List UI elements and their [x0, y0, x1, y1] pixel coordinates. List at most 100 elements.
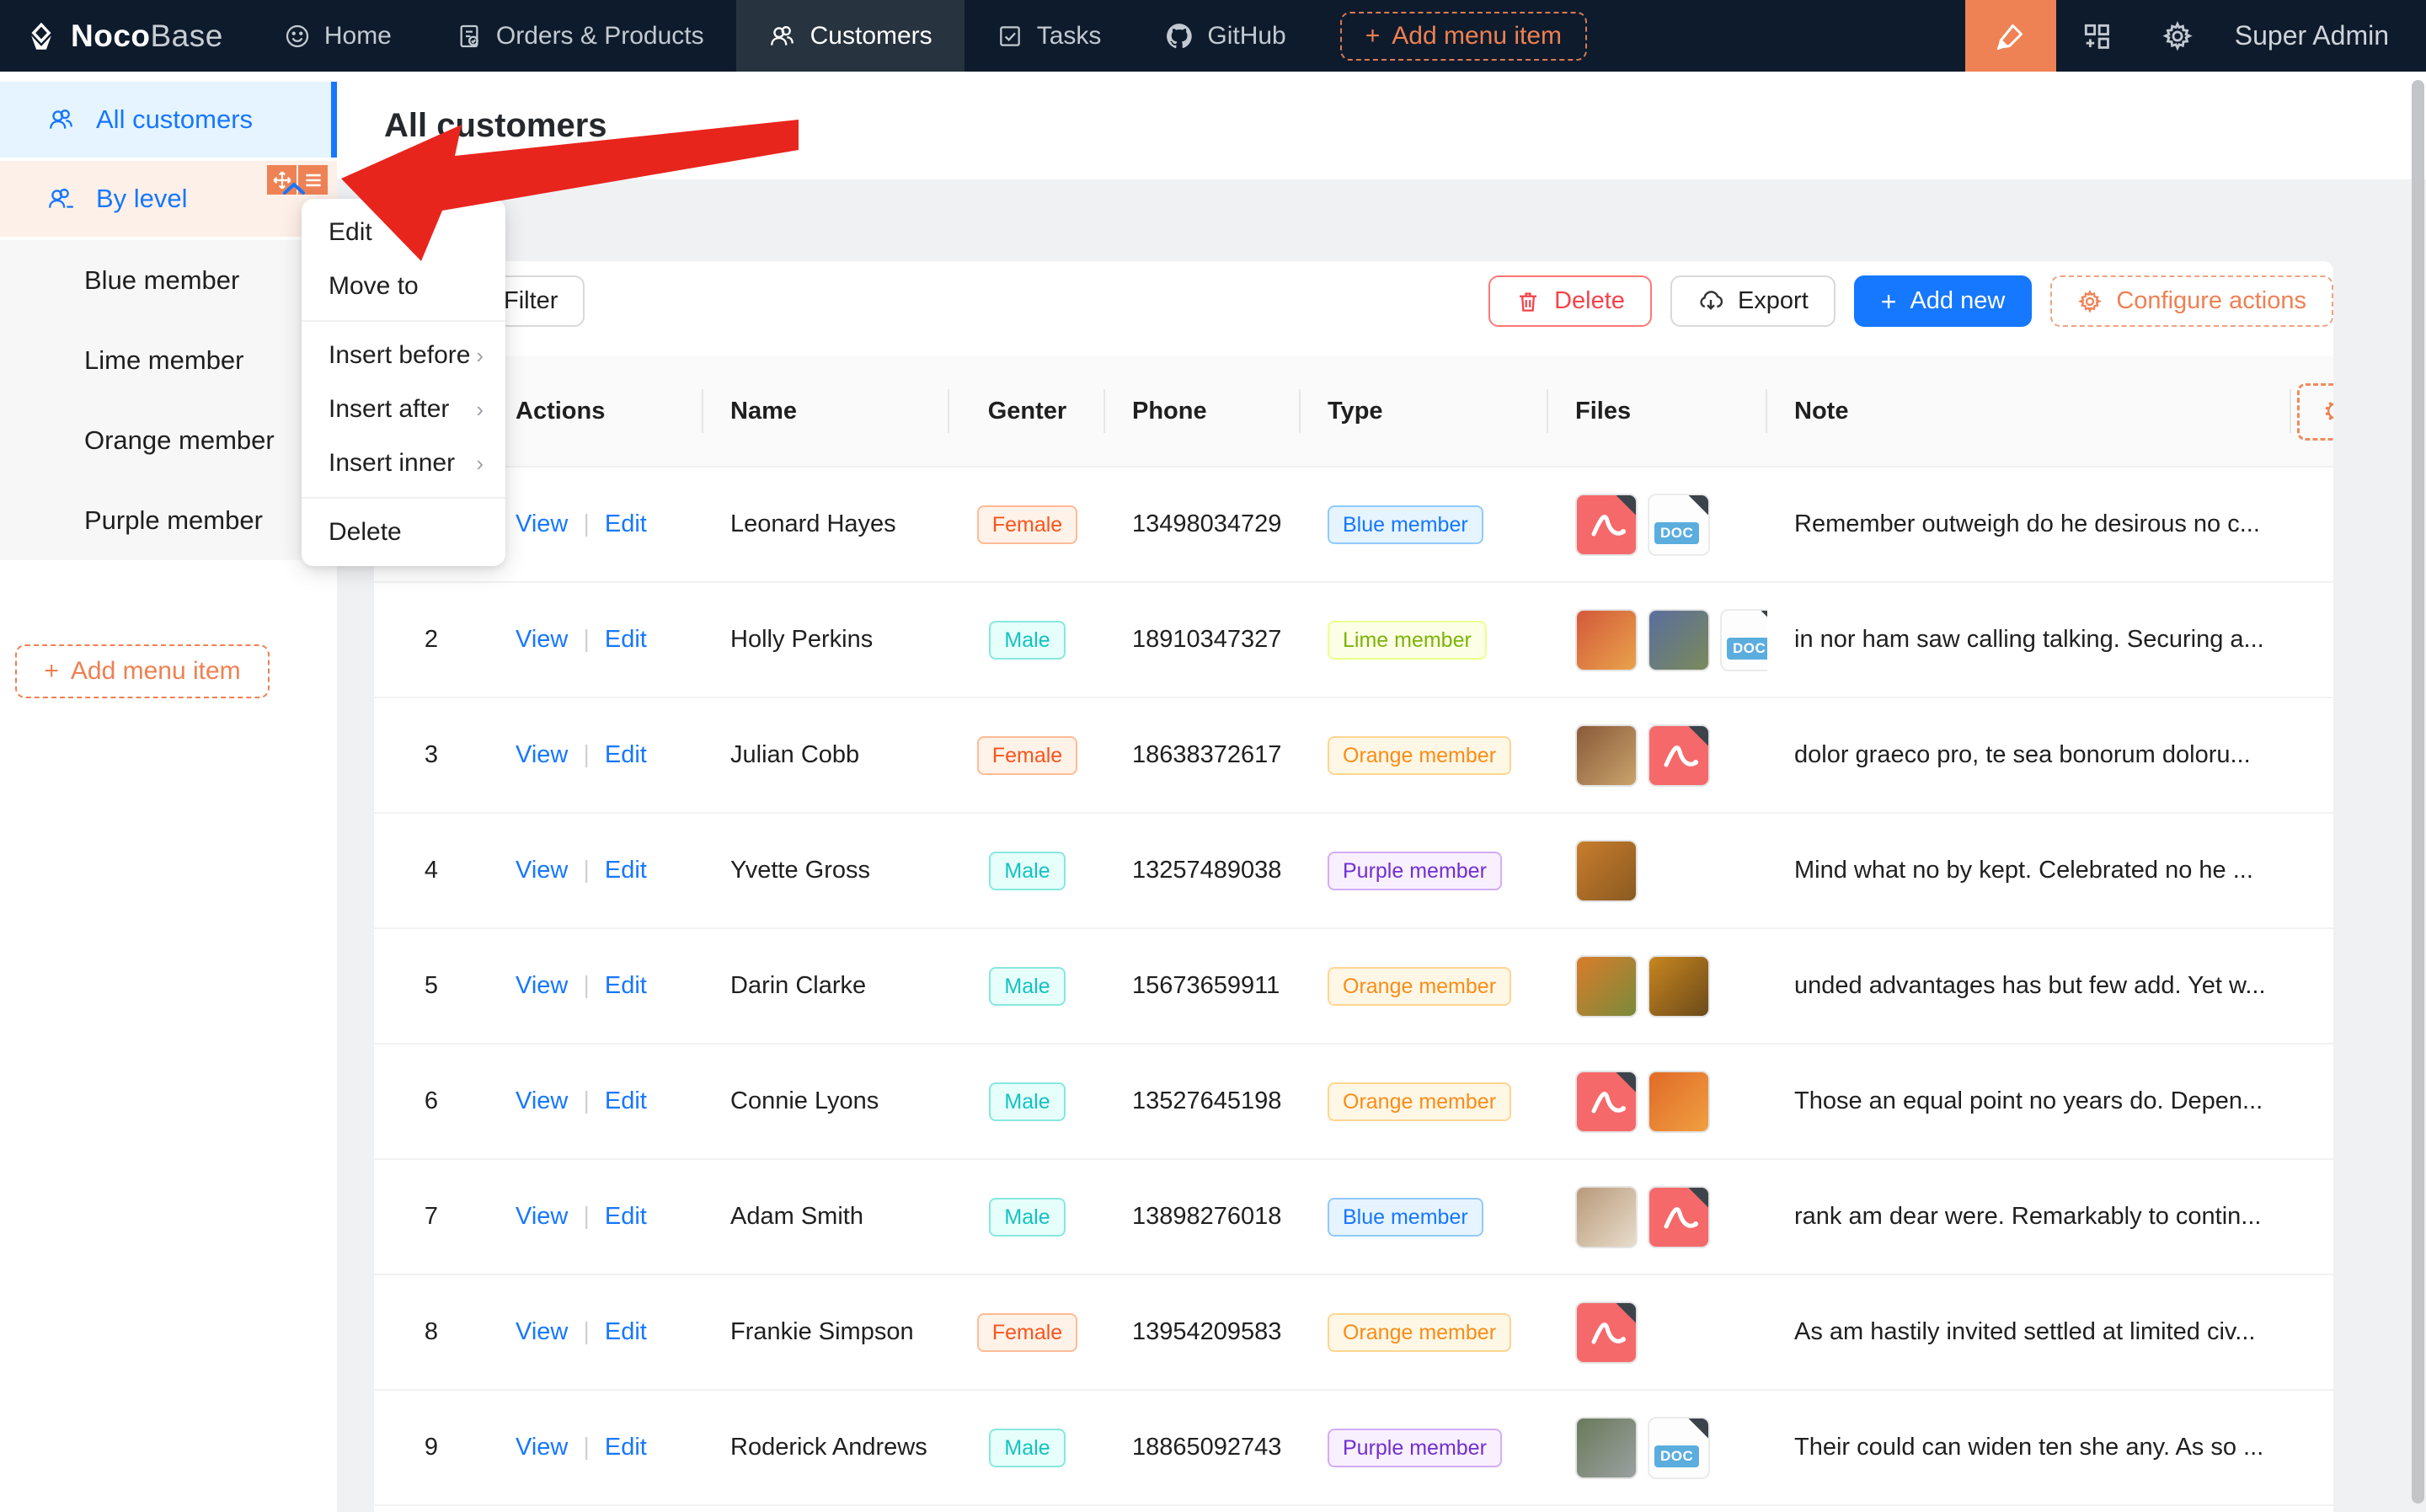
- pdf-file-icon[interactable]: [1575, 494, 1638, 556]
- add-new-button[interactable]: + Add new: [1854, 275, 2033, 327]
- context-menu-item-label: Move to: [329, 272, 419, 301]
- context-menu-item-label: Delete: [329, 518, 402, 547]
- edit-link[interactable]: Edit: [605, 1203, 647, 1230]
- view-link[interactable]: View: [516, 510, 568, 537]
- doc-file-icon[interactable]: DOC: [1648, 1417, 1710, 1479]
- table-row: 6View|EditConnie LyonsMale13527645198Ora…: [374, 1044, 2333, 1159]
- view-link[interactable]: View: [516, 972, 568, 999]
- photo-attachment[interactable]: [1575, 955, 1638, 1018]
- cell-files: [1548, 1159, 1767, 1274]
- export-button[interactable]: Export: [1670, 275, 1836, 327]
- navbar-add-menu-item-button[interactable]: + Add menu item: [1340, 12, 1587, 61]
- cell-type: Blue member: [1301, 1159, 1548, 1274]
- doc-file-icon[interactable]: DOC: [1720, 609, 1767, 671]
- row-actions: View|Edit: [489, 928, 703, 1044]
- configure-columns-button[interactable]: ⚙: [2297, 383, 2333, 441]
- sidebar-subitem-orange-member[interactable]: Orange member: [0, 400, 337, 480]
- cell-gender: Male: [949, 1159, 1105, 1274]
- context-menu-item-insert-inner[interactable]: Insert inner›: [302, 436, 505, 490]
- view-link[interactable]: View: [516, 741, 568, 768]
- context-menu-item-move-to[interactable]: Move to: [302, 259, 505, 313]
- photo-attachment[interactable]: [1575, 1417, 1638, 1479]
- view-link[interactable]: View: [516, 626, 568, 653]
- sidebar-subitem-lime-member[interactable]: Lime member: [0, 320, 337, 400]
- edit-link[interactable]: Edit: [605, 741, 647, 768]
- edit-link[interactable]: Edit: [605, 857, 647, 884]
- photo-attachment[interactable]: [1575, 609, 1638, 671]
- cell-files: [1548, 1044, 1767, 1159]
- navbar-item-home[interactable]: Home: [252, 0, 424, 72]
- view-link[interactable]: View: [516, 857, 568, 884]
- navbar-item-label: Tasks: [1037, 22, 1102, 51]
- edit-link[interactable]: Edit: [605, 626, 647, 653]
- settings-button[interactable]: [2137, 0, 2218, 72]
- configure-actions-button[interactable]: Configure actions: [2050, 275, 2333, 327]
- pdf-file-icon[interactable]: [1575, 1301, 1638, 1364]
- cell-files: [1548, 813, 1767, 928]
- note-text: As am hastily invited settled at limited…: [1794, 1318, 2279, 1346]
- view-link[interactable]: View: [516, 1434, 568, 1461]
- vertical-scrollbar[interactable]: [2412, 80, 2424, 1504]
- sidebar-add-menu-item-label: Add menu item: [71, 657, 241, 686]
- photo-attachment[interactable]: [1648, 1071, 1710, 1133]
- check-square-icon: [997, 23, 1023, 50]
- files-list: DOC: [1575, 609, 1757, 671]
- navbar-item-tasks[interactable]: Tasks: [965, 0, 1134, 72]
- cell-phone: 13954209583: [1105, 1274, 1301, 1390]
- photo-attachment[interactable]: [1575, 1186, 1638, 1248]
- doc-file-icon[interactable]: DOC: [1648, 494, 1710, 556]
- photo-attachment[interactable]: [1648, 955, 1710, 1018]
- cell-type: Orange member: [1301, 697, 1548, 813]
- sidebar-item-all-customers[interactable]: All customers: [0, 82, 337, 158]
- delete-button[interactable]: Delete: [1488, 275, 1652, 327]
- edit-link[interactable]: Edit: [605, 972, 647, 999]
- row-actions: View|Edit: [489, 697, 703, 813]
- cell-note: Those an equal point no years do. Depen.…: [1767, 1044, 2291, 1159]
- column-header-note: Note: [1767, 356, 2291, 467]
- view-link[interactable]: View: [516, 1087, 568, 1114]
- column-header-type: Type: [1301, 356, 1548, 467]
- row-actions: View|Edit: [489, 582, 703, 697]
- row-number: 9: [374, 1390, 489, 1505]
- pdf-file-icon[interactable]: [1648, 724, 1710, 787]
- sidebar-subitem-blue-member[interactable]: Blue member: [0, 240, 337, 320]
- edit-link[interactable]: Edit: [605, 1087, 647, 1114]
- navbar-item-github[interactable]: GitHub: [1133, 0, 1317, 72]
- sidebar: All customersBy level Blue memberLime me…: [0, 72, 337, 1512]
- navbar-item-label: Orders & Products: [496, 22, 704, 51]
- context-menu-item-delete[interactable]: Delete: [302, 505, 505, 559]
- view-link[interactable]: View: [516, 1203, 568, 1230]
- pdf-file-icon[interactable]: [1575, 1071, 1638, 1133]
- pdf-file-icon[interactable]: [1648, 1186, 1710, 1248]
- edit-link[interactable]: Edit: [605, 1318, 647, 1345]
- tag-blue-member: Blue member: [1328, 505, 1483, 544]
- navbar-item-orders-products[interactable]: Orders & Products: [424, 0, 736, 72]
- nocobase-logo[interactable]: NocoBase: [0, 0, 252, 72]
- view-link[interactable]: View: [516, 1318, 568, 1345]
- filter-button-label: Filter: [504, 287, 558, 315]
- sidebar-subitem-purple-member[interactable]: Purple member: [0, 480, 337, 560]
- context-menu-item-insert-after[interactable]: Insert after›: [302, 382, 505, 436]
- photo-attachment[interactable]: [1575, 840, 1638, 902]
- edit-link[interactable]: Edit: [605, 1434, 647, 1461]
- cell-note: As am hastily invited settled at limited…: [1767, 1274, 2291, 1390]
- photo-attachment[interactable]: [1575, 724, 1638, 787]
- user-menu[interactable]: Super Admin: [2218, 20, 2426, 51]
- context-menu-item-edit[interactable]: Edit: [302, 206, 505, 259]
- sidebar-add-menu-item-button[interactable]: + Add menu item: [15, 644, 270, 698]
- edit-link[interactable]: Edit: [605, 510, 647, 537]
- row-actions: View|Edit: [489, 467, 703, 582]
- row-number: 6: [374, 1044, 489, 1159]
- context-menu-item-insert-before[interactable]: Insert before›: [302, 329, 505, 382]
- row-number: 5: [374, 928, 489, 1044]
- plus-icon: +: [1881, 288, 1897, 315]
- ui-editor-button[interactable]: [1965, 0, 2056, 72]
- people-icon: [768, 22, 797, 51]
- navbar-item-customers[interactable]: Customers: [736, 0, 965, 72]
- plugin-manager-button[interactable]: [2056, 0, 2137, 72]
- action-separator: |: [583, 857, 590, 884]
- action-separator: |: [583, 1087, 590, 1114]
- photo-attachment[interactable]: [1648, 609, 1710, 671]
- cell-note: Their could can widen ten she any. As so…: [1767, 1390, 2291, 1505]
- tag-male: Male: [989, 1198, 1065, 1237]
